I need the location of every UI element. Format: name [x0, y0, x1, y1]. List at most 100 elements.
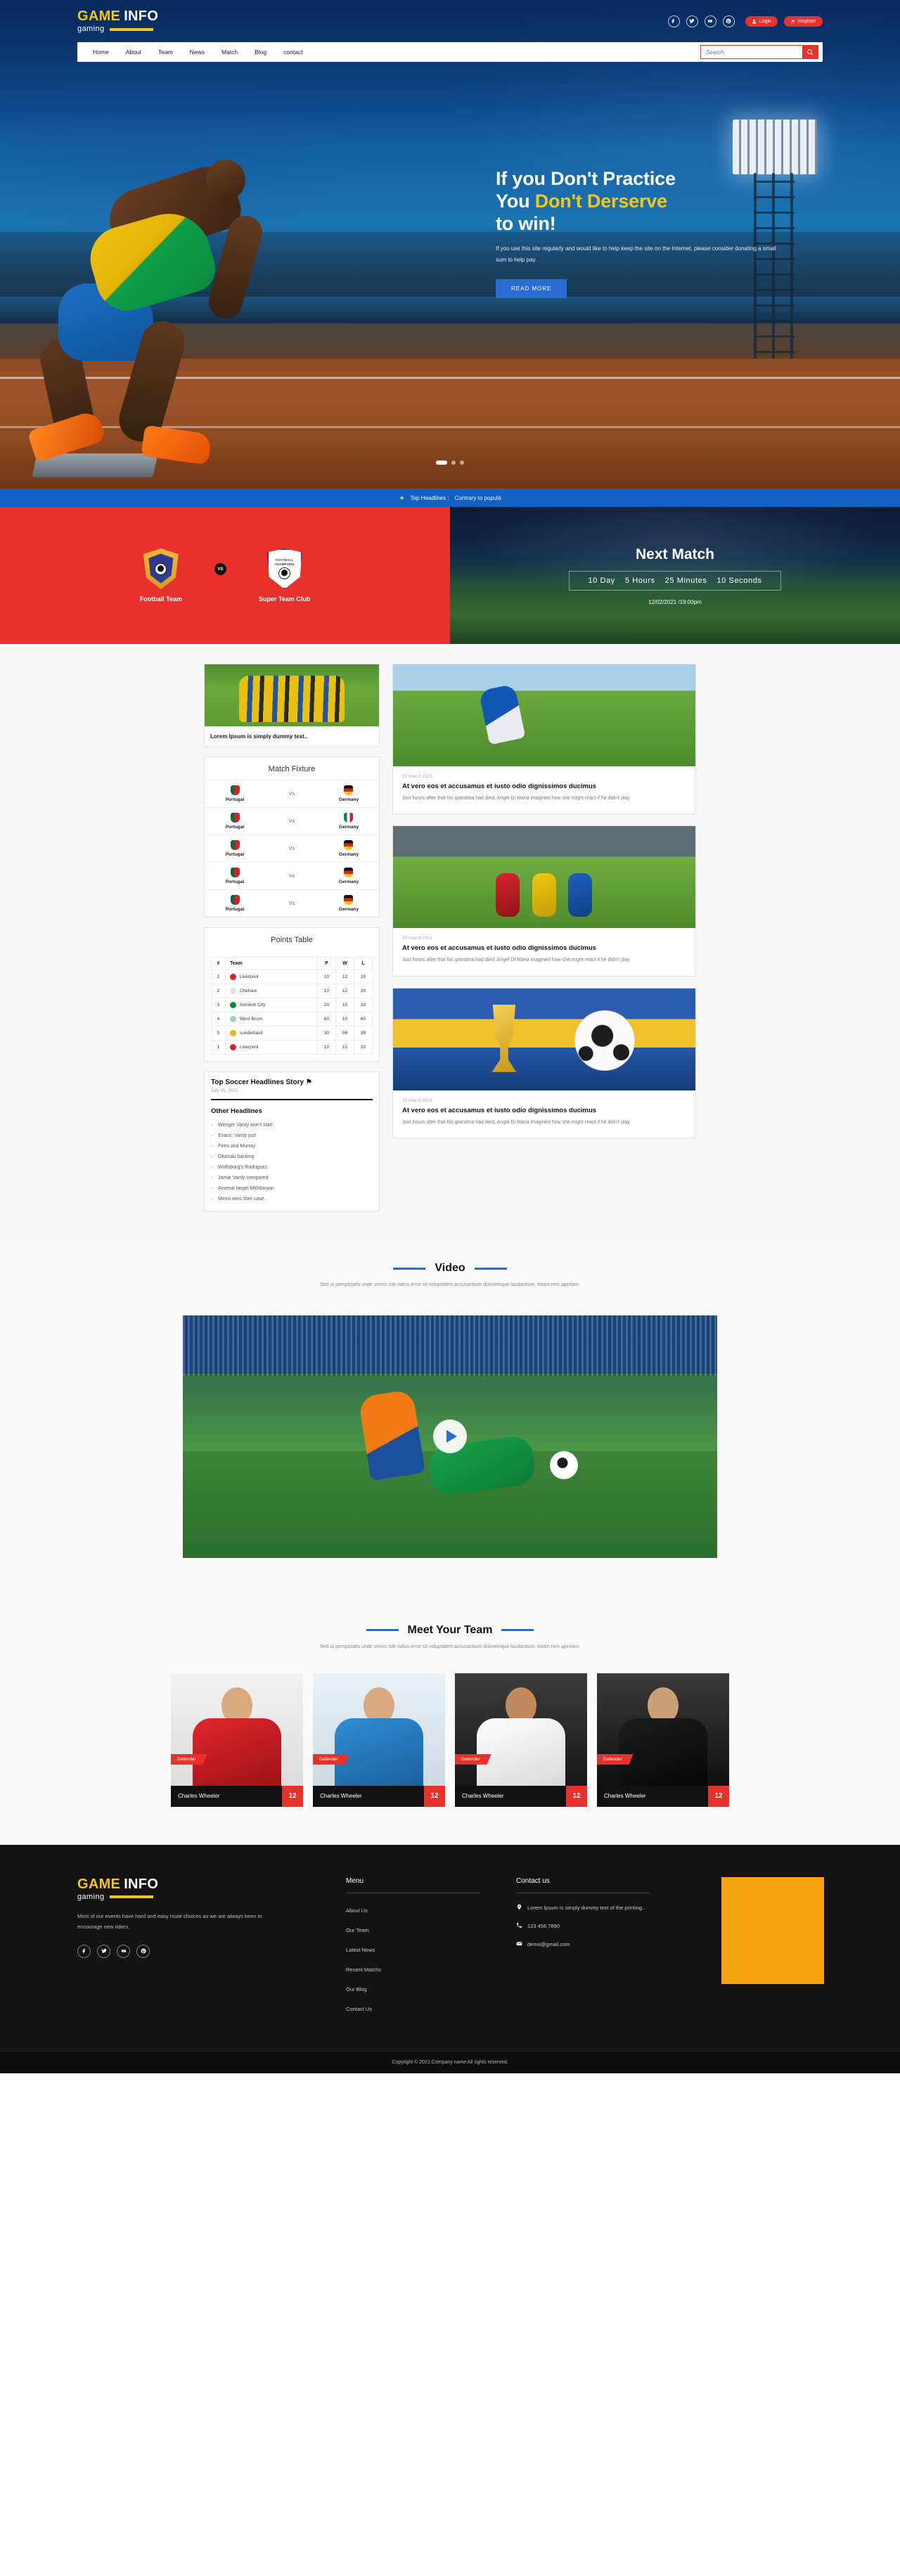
video-player[interactable]	[183, 1315, 717, 1558]
footer-menu-item: Recent Matchs	[346, 1962, 480, 1975]
post-card[interactable]: 20 march 2021 At vero eos et accusamus e…	[392, 987, 696, 1138]
facebook-icon[interactable]	[667, 15, 680, 27]
footer-about: GAME INFO gaming Most of our events have …	[77, 1877, 309, 2021]
table-row: 4 West Brom 60 10 60	[211, 1012, 373, 1026]
footer-menu-link[interactable]: Contact Us	[346, 2006, 372, 2012]
login-button[interactable]: Login	[745, 15, 778, 27]
footer-menu-link[interactable]: Our Team	[346, 1927, 369, 1933]
row-won: 06	[335, 1026, 354, 1041]
countdown-hours: 5 Hours	[624, 576, 655, 585]
list-item[interactable]: Okazaki backing	[211, 1152, 373, 1162]
nav-item-news[interactable]: News	[190, 49, 205, 56]
nav-item-match[interactable]: Match	[221, 49, 238, 56]
team-member-card[interactable]: Defender Charles Wheeler 12	[597, 1673, 729, 1807]
nav-item-blog[interactable]: Blog	[255, 49, 266, 56]
club-badge-icon	[230, 1002, 236, 1008]
club-badge-icon	[230, 974, 236, 980]
phone-icon	[517, 1923, 522, 1928]
footer-menu-link[interactable]: Latest News	[346, 1947, 375, 1953]
team-member-card[interactable]: Defender Charles Wheeler 12	[455, 1673, 587, 1807]
carousel-dot-3[interactable]	[460, 461, 464, 465]
footer-menu-link[interactable]: Recent Matchs	[346, 1966, 381, 1973]
footer-menu-link[interactable]: Our Blog	[346, 1986, 367, 1992]
post-card[interactable]: 20 march 2021 At vero eos et accusamus e…	[392, 664, 696, 815]
read-more-button[interactable]: READ MORE	[496, 278, 567, 298]
athlete-illustration	[25, 136, 327, 477]
list-item[interactable]: Pires and Murray	[211, 1141, 373, 1152]
member-name: Charles Wheeler	[320, 1793, 362, 1800]
twitter-icon[interactable]	[686, 15, 698, 27]
member-number: 12	[424, 1785, 445, 1807]
table-row: 5 sunderland 30 06 30	[211, 1026, 373, 1041]
list-item[interactable]: Wolfsburg's Rodriguez	[211, 1162, 373, 1173]
ticker-text[interactable]: Contrary to populá	[455, 495, 501, 501]
fixture-row[interactable]: Portugal Vs Germany	[205, 807, 379, 835]
fixture-row[interactable]: Portugal Vs Germany	[205, 835, 379, 862]
row-played: 30	[317, 1026, 336, 1041]
copyright-bar: Copyright © 2021.Company name All rights…	[0, 2050, 900, 2073]
twitter-icon[interactable]	[97, 1944, 110, 1958]
play-icon[interactable]	[433, 1419, 467, 1454]
carousel-dot-2[interactable]	[451, 461, 456, 465]
youtube-icon[interactable]	[704, 15, 716, 27]
fixture-row[interactable]: Portugal Vs Germany	[205, 862, 379, 889]
list-item[interactable]: Evans: Vardy just	[211, 1131, 373, 1141]
post-date: 20 march 2021	[402, 1097, 433, 1103]
register-button[interactable]: Register	[783, 15, 823, 27]
facebook-icon[interactable]	[77, 1944, 91, 1958]
list-item[interactable]: Messi wins libel case.	[211, 1194, 373, 1204]
club-badge-icon	[230, 1030, 236, 1036]
fixture-vs: Vs	[288, 873, 295, 879]
fixture-vs: Vs	[288, 791, 295, 797]
fixture-row[interactable]: Portugal Vs Germany	[205, 889, 379, 917]
list-item[interactable]: Arsenal target Mkhitaryan	[211, 1183, 373, 1194]
carousel-dots	[436, 461, 464, 465]
nav-item-team[interactable]: Team	[158, 49, 173, 56]
footer-menu-item: About Us	[346, 1903, 480, 1916]
carousel-dot-1[interactable]	[436, 461, 447, 465]
search-button[interactable]	[802, 45, 818, 59]
footer-description: Most of our events have hard and easy ro…	[77, 1912, 262, 1930]
countdown-minutes: 25 Minutes	[664, 576, 707, 585]
youtube-icon[interactable]	[117, 1944, 130, 1958]
post-card[interactable]: 20 march 2021 At vero eos et accusamus e…	[392, 825, 696, 977]
list-item[interactable]: Jamie Vardy compared	[211, 1173, 373, 1183]
pinterest-icon[interactable]	[722, 15, 735, 27]
featured-card[interactable]: Lorem Ipsum is simply dummy text..	[204, 664, 380, 747]
home-crest-icon	[143, 548, 179, 589]
fixture-home-name: Portugal	[225, 907, 245, 912]
team-member-card[interactable]: Defender Charles Wheeler 12	[313, 1673, 445, 1807]
user-icon	[752, 19, 756, 23]
away-crest-line1: FOOTBALL	[275, 558, 294, 562]
points-table-body: 1 Liverpool 10 12 20 2 Chelsea 10 12 20 3 Norwich C…	[211, 970, 373, 1055]
post-title[interactable]: At vero eos et accusamus et iusto odio d…	[402, 944, 686, 952]
site-logo[interactable]: GAME INFO gaming	[77, 9, 158, 33]
list-item[interactable]: Wenger Vardy won't start	[211, 1120, 373, 1131]
nav-item-about[interactable]: About	[126, 49, 141, 56]
nav-item-home[interactable]: Home	[93, 49, 109, 56]
match-fixture-title: Match Fixture	[268, 765, 316, 773]
footer-ad-block[interactable]	[721, 1876, 824, 1984]
footer-email[interactable]: demo@gmail.com	[516, 1940, 650, 1950]
team-member-card[interactable]: Defender Charles Wheeler 12	[171, 1673, 303, 1807]
table-row: 3 Norwich City 20 15 20	[211, 998, 373, 1012]
story-date: July 05, 2021	[211, 1088, 238, 1093]
post-title[interactable]: At vero eos et accusamus et iusto odio d…	[402, 783, 686, 790]
away-flag-icon	[344, 840, 354, 850]
footer-logo[interactable]: GAME INFO gaming	[77, 1877, 309, 1901]
heading-rule-right	[474, 1267, 507, 1270]
post-title[interactable]: At vero eos et accusamus et iusto odio d…	[402, 1107, 686, 1114]
hero-paragraph: If you use this site regularly and would…	[496, 245, 776, 263]
pinterest-icon[interactable]	[136, 1944, 150, 1958]
member-role: Defender	[313, 1753, 349, 1765]
footer-phone-text: 123 456 7890	[527, 1923, 560, 1930]
vs-badge: VS	[214, 563, 226, 575]
hero-copy: If you Don't Practice You Don't Derserve…	[496, 167, 791, 298]
member-bar: Charles Wheeler 12	[455, 1785, 587, 1807]
nav-item-contact[interactable]: contact	[283, 49, 302, 56]
search-input[interactable]	[701, 46, 802, 58]
footer-phone[interactable]: 123 456 7890	[516, 1921, 650, 1931]
other-headlines-list: Wenger Vardy won't startEvans: Vardy jus…	[211, 1120, 373, 1204]
fixture-row[interactable]: Portugal Vs Germany	[205, 780, 379, 807]
footer-menu-link[interactable]: About Us	[346, 1907, 368, 1914]
